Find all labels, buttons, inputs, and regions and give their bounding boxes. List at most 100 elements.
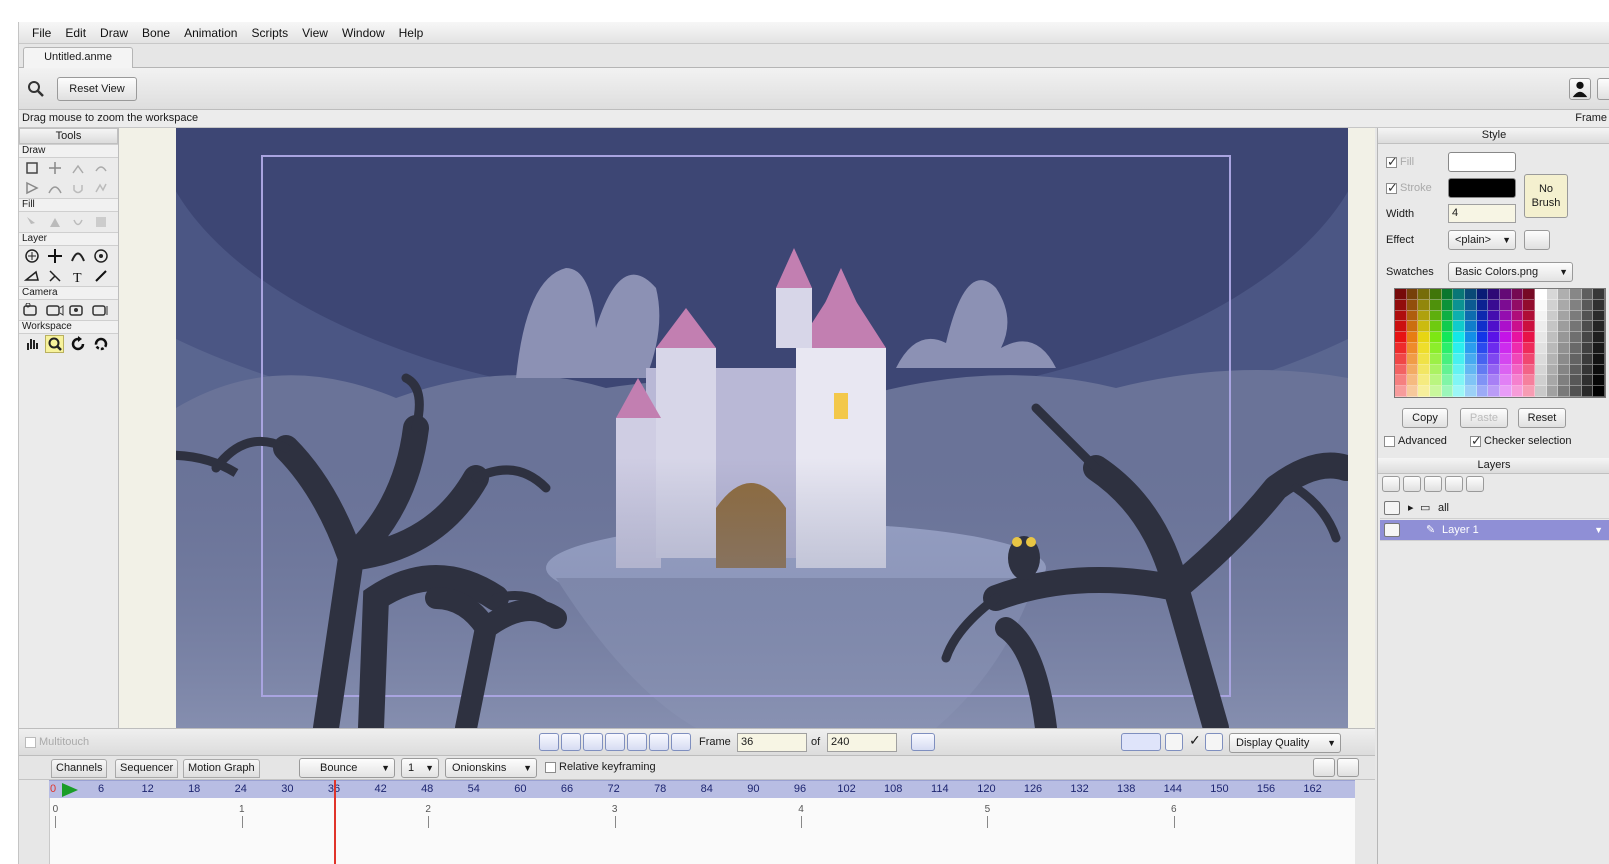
palette-swatch[interactable] xyxy=(1500,375,1512,387)
palette-swatch[interactable] xyxy=(1465,386,1477,397)
toolbar-extra-button[interactable] xyxy=(1597,78,1609,100)
audio-settings-icon[interactable] xyxy=(911,733,935,751)
palette-swatch[interactable] xyxy=(1500,343,1512,354)
palette-swatch[interactable] xyxy=(1546,353,1559,365)
palette-swatch[interactable] xyxy=(1465,364,1477,376)
palette-swatch[interactable] xyxy=(1418,386,1430,397)
palette-swatch[interactable] xyxy=(1511,386,1524,397)
palette-swatch[interactable] xyxy=(1593,332,1605,343)
palette-swatch[interactable] xyxy=(1593,386,1605,397)
palette-swatch[interactable] xyxy=(1465,353,1477,365)
tab-motion-graph[interactable]: Motion Graph xyxy=(183,759,260,778)
palette-swatch[interactable] xyxy=(1453,353,1465,365)
copy-button[interactable]: Copy xyxy=(1402,408,1448,428)
palette-swatch[interactable] xyxy=(1570,343,1582,354)
palette-swatch[interactable] xyxy=(1488,375,1500,387)
palette-swatch[interactable] xyxy=(1535,364,1547,376)
palette-swatch[interactable] xyxy=(1441,375,1454,387)
palette-swatch[interactable] xyxy=(1418,289,1430,300)
palette-swatch[interactable] xyxy=(1441,299,1454,311)
palette-swatch[interactable] xyxy=(1476,364,1489,376)
palette-swatch[interactable] xyxy=(1441,343,1454,354)
palette-swatch[interactable] xyxy=(1465,332,1477,343)
set-origin-icon[interactable] xyxy=(22,247,41,265)
relative-keyframing-checkbox[interactable]: Relative keyframing xyxy=(545,761,656,773)
palette-swatch[interactable] xyxy=(1418,364,1430,376)
palette-swatch[interactable] xyxy=(1593,343,1605,354)
zoom-out-timeline-icon[interactable] xyxy=(1337,758,1359,777)
eye-icon[interactable] xyxy=(1384,523,1400,537)
palette-swatch[interactable] xyxy=(1395,343,1407,354)
menu-scripts[interactable]: Scripts xyxy=(244,26,295,40)
palette-swatch[interactable] xyxy=(1546,289,1559,300)
palette-swatch[interactable] xyxy=(1511,364,1524,376)
menu-file[interactable]: File xyxy=(25,26,58,40)
palette-swatch[interactable] xyxy=(1465,289,1477,300)
menu-animation[interactable]: Animation xyxy=(177,26,244,40)
view-mode-icon[interactable] xyxy=(1165,733,1183,751)
next-keyframe-icon[interactable] xyxy=(649,733,669,751)
palette-swatch[interactable] xyxy=(1418,353,1430,365)
freehand-icon[interactable] xyxy=(91,179,110,197)
palette-swatch[interactable] xyxy=(1581,353,1594,365)
palette-swatch[interactable] xyxy=(1465,310,1477,322)
palette-swatch[interactable] xyxy=(1476,332,1489,343)
shear-layer-icon[interactable] xyxy=(45,267,64,285)
palette-swatch[interactable] xyxy=(1441,332,1454,343)
palette-swatch[interactable] xyxy=(1418,310,1430,322)
color-swatch-palette[interactable] xyxy=(1394,288,1606,398)
palette-swatch[interactable] xyxy=(1558,321,1570,333)
palette-swatch[interactable] xyxy=(1476,299,1489,311)
menu-help[interactable]: Help xyxy=(392,26,431,40)
palette-swatch[interactable] xyxy=(1500,386,1512,397)
translate-points-icon[interactable] xyxy=(45,159,64,177)
checkmark-icon[interactable]: ✓ xyxy=(1189,732,1201,749)
frame-ruler[interactable]: 0 61218243036424854606672788490961021081… xyxy=(49,780,1355,798)
palette-swatch[interactable] xyxy=(1523,386,1535,397)
palette-swatch[interactable] xyxy=(1558,343,1570,354)
palette-swatch[interactable] xyxy=(1488,289,1500,300)
palette-swatch[interactable] xyxy=(1535,375,1547,387)
palette-swatch[interactable] xyxy=(1511,343,1524,354)
palette-swatch[interactable] xyxy=(1546,343,1559,354)
palette-swatch[interactable] xyxy=(1453,364,1465,376)
palette-swatch[interactable] xyxy=(1406,299,1419,311)
palette-swatch[interactable] xyxy=(1523,364,1535,376)
palette-swatch[interactable] xyxy=(1546,299,1559,311)
add-point-icon[interactable] xyxy=(22,179,41,197)
text-tool-icon[interactable]: T xyxy=(68,267,87,285)
delete-layer-icon[interactable] xyxy=(1424,476,1442,492)
palette-swatch[interactable] xyxy=(1558,299,1570,311)
palette-swatch[interactable] xyxy=(1581,299,1594,311)
curvature-icon[interactable] xyxy=(45,179,64,197)
palette-swatch[interactable] xyxy=(1558,364,1570,376)
palette-swatch[interactable] xyxy=(1441,289,1454,300)
palette-swatch[interactable] xyxy=(1523,321,1535,333)
palette-swatch[interactable] xyxy=(1476,343,1489,354)
palette-swatch[interactable] xyxy=(1581,310,1594,322)
palette-swatch[interactable] xyxy=(1453,386,1465,397)
palette-swatch[interactable] xyxy=(1430,332,1442,343)
palette-swatch[interactable] xyxy=(1558,375,1570,387)
palette-swatch[interactable] xyxy=(1430,375,1442,387)
palette-swatch[interactable] xyxy=(1523,310,1535,322)
palette-swatch[interactable] xyxy=(1441,353,1454,365)
palette-swatch[interactable] xyxy=(1570,375,1582,387)
palette-swatch[interactable] xyxy=(1488,364,1500,376)
eyedropper-icon[interactable] xyxy=(91,267,110,285)
translate-layer-icon[interactable] xyxy=(45,247,64,265)
palette-swatch[interactable] xyxy=(1570,299,1582,311)
palette-swatch[interactable] xyxy=(1476,375,1489,387)
palette-swatch[interactable] xyxy=(1453,343,1465,354)
canvas-workspace[interactable] xyxy=(119,128,1375,728)
palette-swatch[interactable] xyxy=(1558,386,1570,397)
palette-swatch[interactable] xyxy=(1570,289,1582,300)
palette-swatch[interactable] xyxy=(1581,343,1594,354)
palette-swatch[interactable] xyxy=(1511,353,1524,365)
palette-swatch[interactable] xyxy=(1406,386,1419,397)
swatches-dropdown[interactable]: Basic Colors.png ▼ xyxy=(1448,262,1573,282)
reset-view-button[interactable]: Reset View xyxy=(57,77,137,101)
palette-swatch[interactable] xyxy=(1535,343,1547,354)
rotate-layer-icon[interactable] xyxy=(68,247,87,265)
user-icon[interactable] xyxy=(1569,78,1591,100)
